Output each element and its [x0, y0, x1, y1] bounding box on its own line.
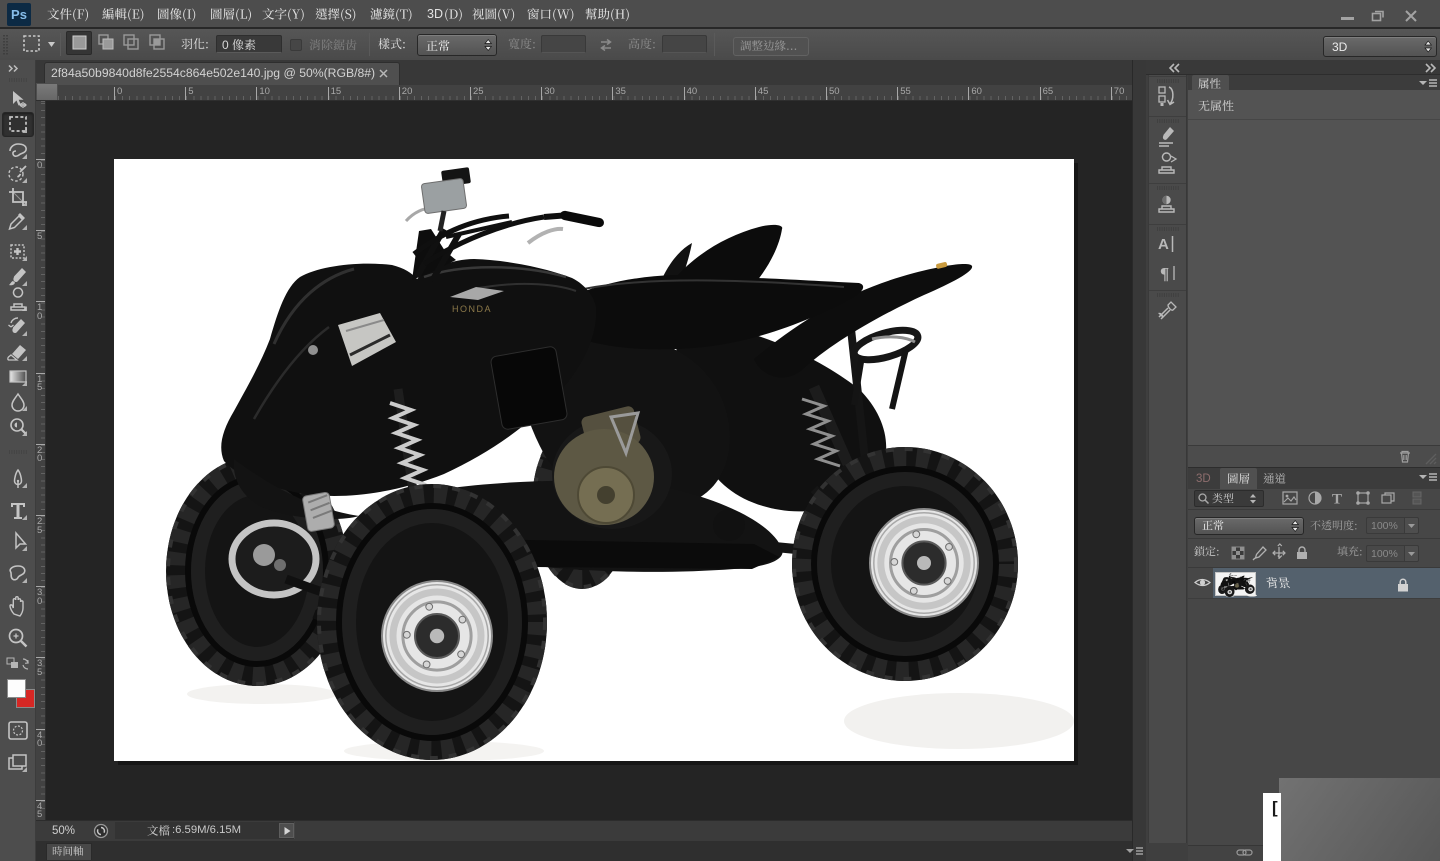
svg-text:T: T	[1332, 492, 1342, 508]
svg-text:HONDA: HONDA	[452, 304, 492, 314]
svg-text:A: A	[1158, 236, 1169, 253]
svg-text:¶: ¶	[1160, 264, 1169, 283]
